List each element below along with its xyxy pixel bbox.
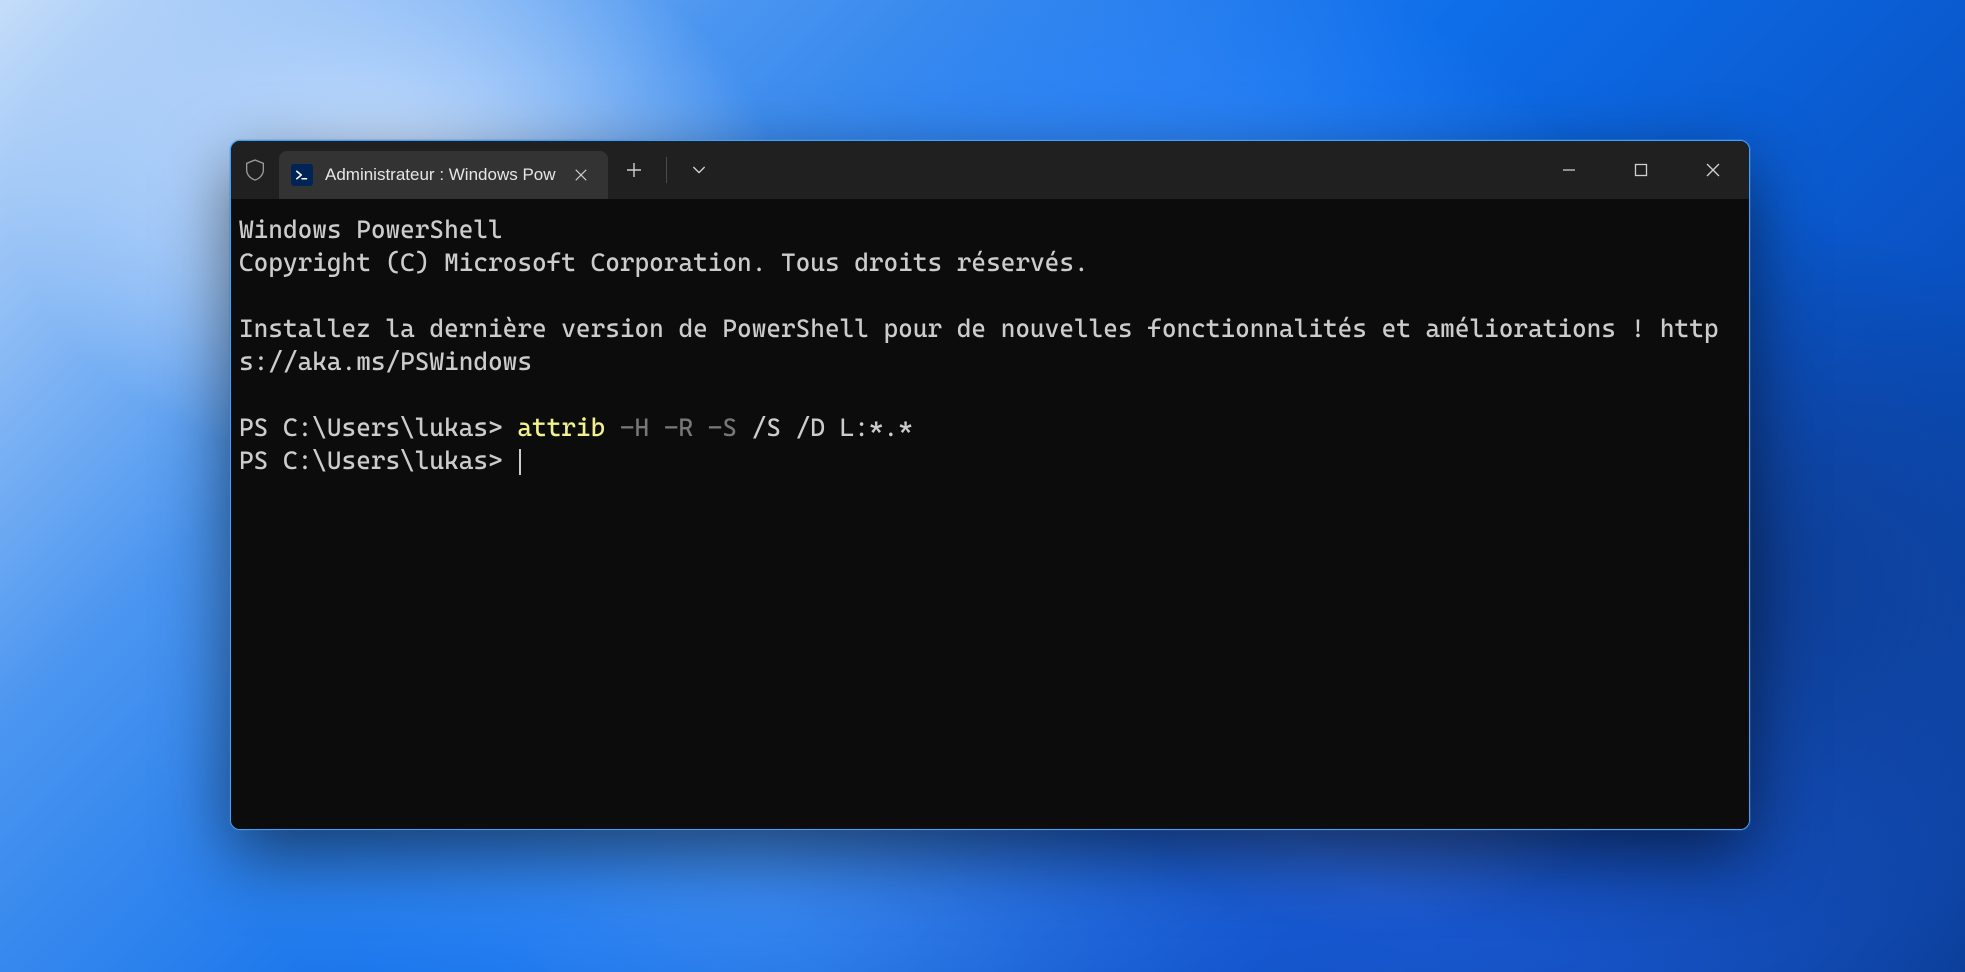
window-close-button[interactable] <box>1677 141 1749 199</box>
shield-icon <box>245 159 265 181</box>
terminal-output[interactable]: Windows PowerShell Copyright (C) Microso… <box>231 199 1749 829</box>
tab-close-button[interactable] <box>568 162 594 188</box>
maximize-button[interactable] <box>1605 141 1677 199</box>
close-icon <box>574 168 588 182</box>
tab-dropdown-button[interactable] <box>673 141 725 199</box>
prompt-prefix: PS C:\Users\lukas> <box>239 446 517 475</box>
new-tab-button[interactable] <box>608 141 660 199</box>
titlebar-drag-region[interactable] <box>725 141 1533 199</box>
command-args: /S /D L:*.* <box>737 413 913 442</box>
admin-shield-slot <box>231 141 279 199</box>
titlebar-divider <box>666 157 667 183</box>
window-controls <box>1533 141 1749 199</box>
chevron-down-icon <box>692 163 706 177</box>
maximize-icon <box>1634 163 1648 177</box>
command-flags: -H -R -S <box>605 413 737 442</box>
output-line: Installez la dernière version de PowerSh… <box>239 314 1719 376</box>
command-name: attrib <box>517 413 605 442</box>
prompt-prefix: PS C:\Users\lukas> <box>239 413 517 442</box>
output-line: Windows PowerShell <box>239 215 503 244</box>
minimize-button[interactable] <box>1533 141 1605 199</box>
terminal-window: Administrateur : Windows Pow <box>230 140 1750 830</box>
minimize-icon <box>1562 163 1576 177</box>
active-tab[interactable]: Administrateur : Windows Pow <box>279 151 608 199</box>
powershell-icon <box>291 164 313 186</box>
output-line: Copyright (C) Microsoft Corporation. Tou… <box>239 248 1089 277</box>
tab-title: Administrateur : Windows Pow <box>325 165 556 185</box>
text-cursor <box>519 449 521 475</box>
titlebar[interactable]: Administrateur : Windows Pow <box>231 141 1749 199</box>
plus-icon <box>626 162 642 178</box>
close-icon <box>1706 163 1720 177</box>
